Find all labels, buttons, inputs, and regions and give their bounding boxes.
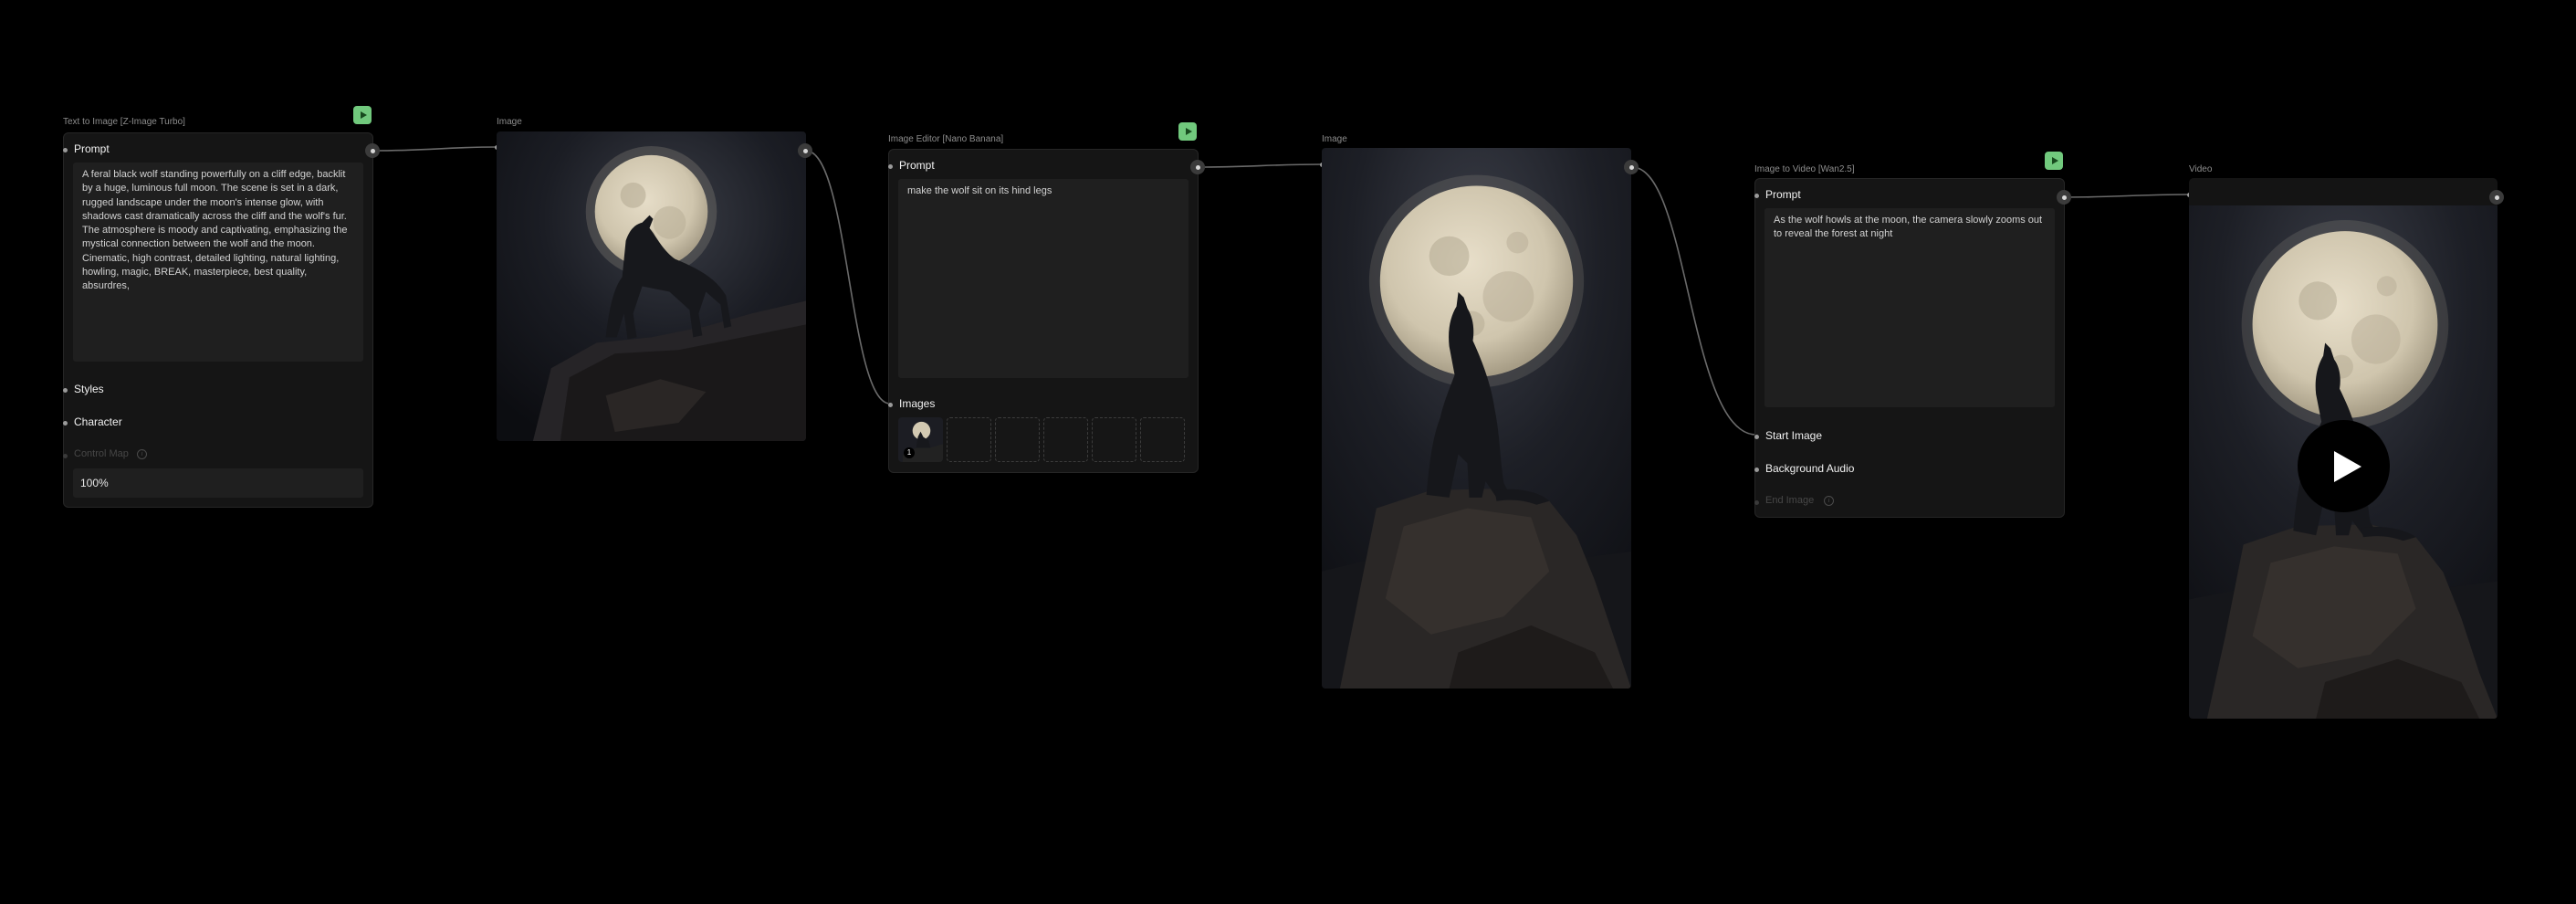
end-image-input-dot[interactable] — [1754, 500, 1759, 505]
prompt-textarea[interactable]: make the wolf sit on its hind legs — [898, 179, 1189, 378]
start-image-label: Start Image — [1765, 429, 1823, 442]
output-port-image-to-video[interactable] — [2057, 190, 2071, 205]
play-triangle — [2333, 450, 2361, 482]
node-title-image-1: Image — [497, 117, 522, 127]
prompt-textarea[interactable]: As the wolf howls at the moon, the camer… — [1764, 208, 2055, 407]
wire-image1-to-editor — [805, 150, 891, 405]
prompt-input-dot[interactable] — [888, 164, 893, 169]
styles-input-dot[interactable] — [63, 388, 68, 393]
edited-wolf-image[interactable] — [1322, 148, 1631, 689]
video-player[interactable] — [2189, 205, 2497, 719]
generated-wolf-image[interactable] — [497, 131, 806, 441]
output-port-image-1[interactable] — [798, 143, 812, 158]
node-title-image-2: Image — [1322, 134, 1347, 144]
image-to-video-node[interactable]: Prompt As the wolf howls at the moon, th… — [1754, 178, 2065, 518]
wire-video-output — [2064, 194, 2190, 198]
prompt-label: Prompt — [74, 142, 110, 155]
output-port-image-2[interactable] — [1624, 160, 1639, 174]
info-icon[interactable]: i — [1824, 496, 1834, 506]
prompt-label: Prompt — [899, 159, 935, 172]
prompt-label: Prompt — [1765, 188, 1801, 201]
wire-image2-to-video — [1631, 166, 1757, 436]
image-editor-node[interactable]: Prompt make the wolf sit on its hind leg… — [888, 149, 1199, 473]
run-button-image-editor[interactable] — [1178, 122, 1197, 141]
end-image-label: End Image — [1765, 495, 1815, 506]
styles-label[interactable]: Styles — [74, 383, 104, 395]
images-input-dot[interactable] — [888, 403, 893, 407]
character-label[interactable]: Character — [74, 415, 122, 428]
play-circle-icon[interactable] — [2298, 420, 2390, 512]
empty-image-slot[interactable] — [995, 417, 1040, 462]
output-port-video[interactable] — [2489, 190, 2504, 205]
play-icon — [1185, 128, 1192, 135]
empty-image-slot[interactable] — [1043, 417, 1088, 462]
output-port-text-to-image[interactable] — [365, 143, 380, 158]
output-port-image-editor[interactable] — [1190, 160, 1205, 174]
node-title-video: Video — [2189, 164, 2213, 174]
start-image-input-dot[interactable] — [1754, 435, 1759, 439]
text-to-image-node[interactable]: Prompt A feral black wolf standing power… — [63, 132, 373, 508]
thumbnail-badge: 1 — [904, 447, 915, 458]
play-icon — [2051, 157, 2058, 164]
run-button-image-to-video[interactable] — [2045, 152, 2063, 170]
node-title-image-editor: Image Editor [Nano Banana] — [888, 134, 1004, 144]
empty-image-slot[interactable] — [1140, 417, 1185, 462]
prompt-input-dot[interactable] — [1754, 194, 1759, 198]
control-map-input-dot[interactable] — [63, 454, 68, 458]
play-icon — [360, 111, 367, 119]
background-audio-label[interactable]: Background Audio — [1765, 462, 1854, 475]
control-map-label: Control Map — [74, 448, 129, 459]
images-label: Images — [899, 397, 936, 410]
wire-textimage-to-image1 — [372, 146, 498, 152]
strength-field[interactable]: 100% — [73, 468, 363, 498]
prompt-input-dot[interactable] — [63, 148, 68, 152]
run-button-text-to-image[interactable] — [353, 106, 372, 124]
character-input-dot[interactable] — [63, 421, 68, 426]
prompt-textarea[interactable]: A feral black wolf standing powerfully o… — [73, 163, 363, 362]
background-audio-input-dot[interactable] — [1754, 468, 1759, 472]
node-title-image-to-video: Image to Video [Wan2.5] — [1754, 164, 1855, 174]
video-header — [2189, 178, 2497, 205]
wire-editor-to-image2 — [1198, 163, 1324, 168]
info-icon[interactable]: i — [137, 449, 147, 459]
empty-image-slot[interactable] — [947, 417, 991, 462]
empty-image-slot[interactable] — [1092, 417, 1136, 462]
node-title-text-to-image: Text to Image [Z-Image Turbo] — [63, 117, 185, 127]
